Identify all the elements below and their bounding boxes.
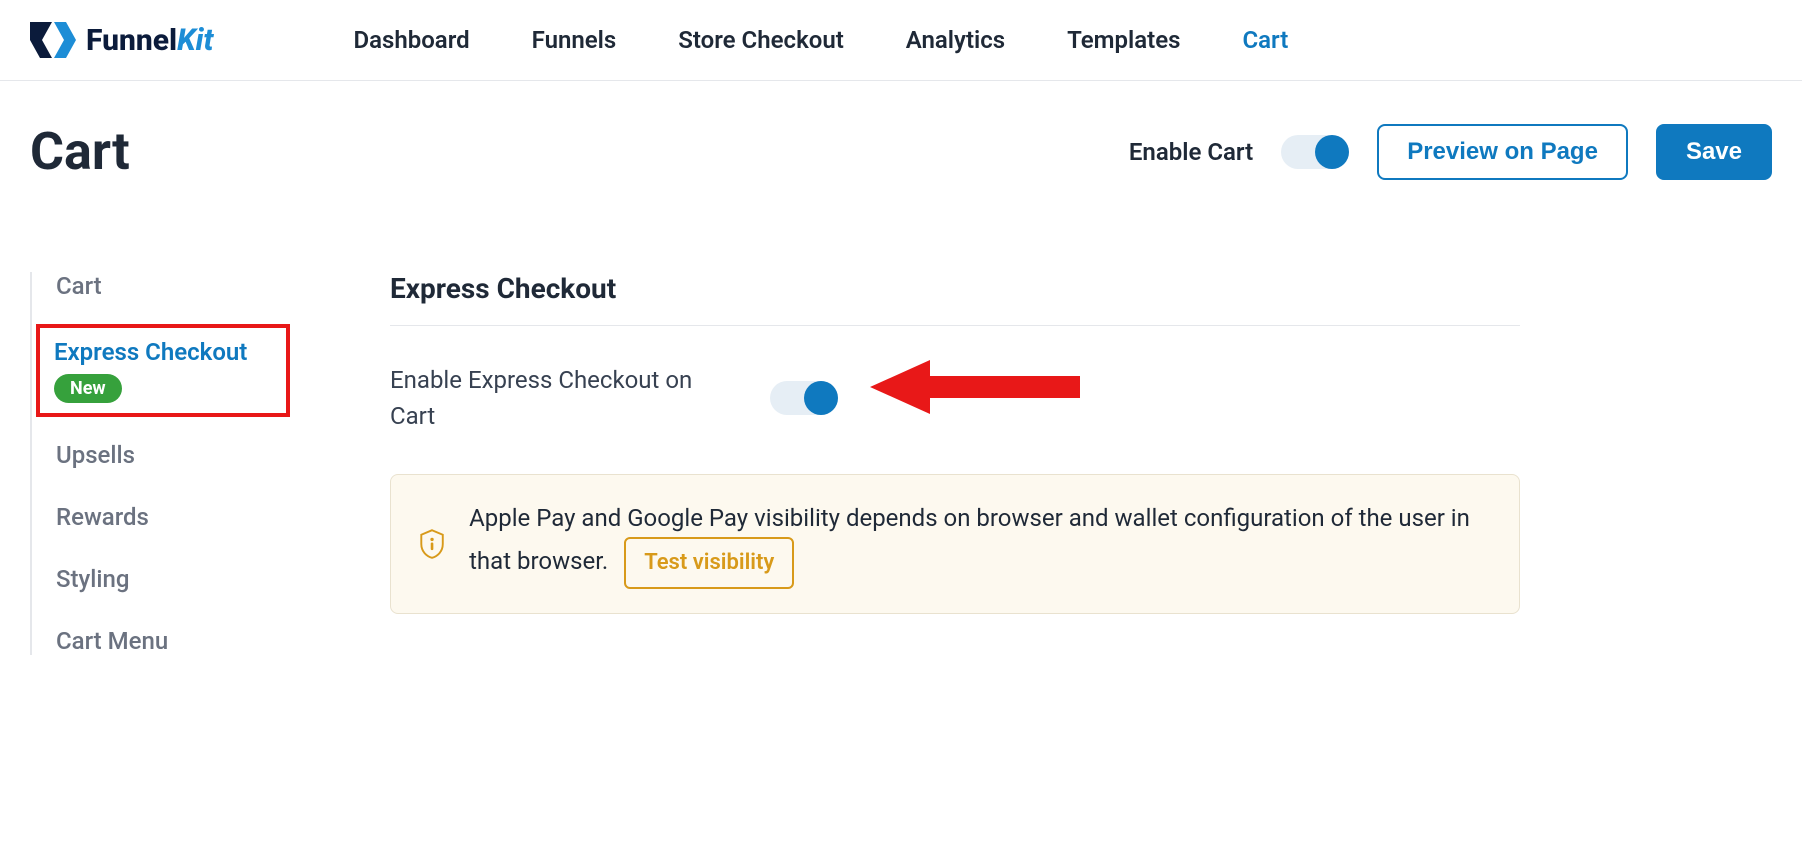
nav-dashboard[interactable]: Dashboard xyxy=(353,26,469,54)
brand-name-1: Funnel xyxy=(86,23,177,58)
sidebar-item-rewards[interactable]: Rewards xyxy=(56,503,290,531)
brand-name-2: Kit xyxy=(177,23,213,58)
enable-express-toggle[interactable] xyxy=(770,381,838,415)
page-header: Cart Enable Cart Preview on Page Save xyxy=(0,81,1802,212)
test-visibility-button[interactable]: Test visibility xyxy=(624,537,794,588)
save-button[interactable]: Save xyxy=(1656,124,1772,180)
sidebar-item-express-checkout[interactable]: Express Checkout New xyxy=(36,324,290,417)
info-box: Apple Pay and Google Pay visibility depe… xyxy=(390,474,1520,614)
sidebar-item-upsells[interactable]: Upsells xyxy=(56,441,290,469)
funnelkit-logo-icon xyxy=(30,20,78,60)
enable-express-label: Enable Express Checkout on Cart xyxy=(390,362,710,434)
topbar: FunnelKit Dashboard Funnels Store Checko… xyxy=(0,0,1802,81)
page-title: Cart xyxy=(30,121,130,182)
nav-cart[interactable]: Cart xyxy=(1242,26,1288,54)
preview-button[interactable]: Preview on Page xyxy=(1377,124,1628,180)
content: Cart Express Checkout New Upsells Reward… xyxy=(0,212,1802,655)
nav-store-checkout[interactable]: Store Checkout xyxy=(678,26,844,54)
sidebar-item-styling[interactable]: Styling xyxy=(56,565,290,593)
annotation-arrow-icon xyxy=(870,352,1090,422)
sidebar-item-cart-menu[interactable]: Cart Menu xyxy=(56,627,290,655)
enable-cart-label: Enable Cart xyxy=(1129,138,1253,166)
enable-cart-toggle[interactable] xyxy=(1281,135,1349,169)
nav-templates[interactable]: Templates xyxy=(1067,26,1180,54)
sidebar-item-label: Express Checkout xyxy=(54,338,272,366)
info-text: Apple Pay and Google Pay visibility depe… xyxy=(469,499,1491,589)
settings-sidebar: Cart Express Checkout New Upsells Reward… xyxy=(30,272,290,655)
enable-express-row: Enable Express Checkout on Cart xyxy=(390,362,1520,434)
nav-funnels[interactable]: Funnels xyxy=(532,26,617,54)
main-nav: Dashboard Funnels Store Checkout Analyti… xyxy=(353,26,1288,54)
sidebar-item-cart[interactable]: Cart xyxy=(56,272,290,300)
shield-info-icon xyxy=(419,524,445,564)
info-message: Apple Pay and Google Pay visibility depe… xyxy=(469,504,1470,575)
brand-logo: FunnelKit xyxy=(30,20,213,60)
main-panel: Express Checkout Enable Express Checkout… xyxy=(390,272,1520,655)
new-badge: New xyxy=(54,374,122,403)
header-actions: Enable Cart Preview on Page Save xyxy=(1129,124,1772,180)
nav-analytics[interactable]: Analytics xyxy=(906,26,1005,54)
section-title: Express Checkout xyxy=(390,272,1520,326)
